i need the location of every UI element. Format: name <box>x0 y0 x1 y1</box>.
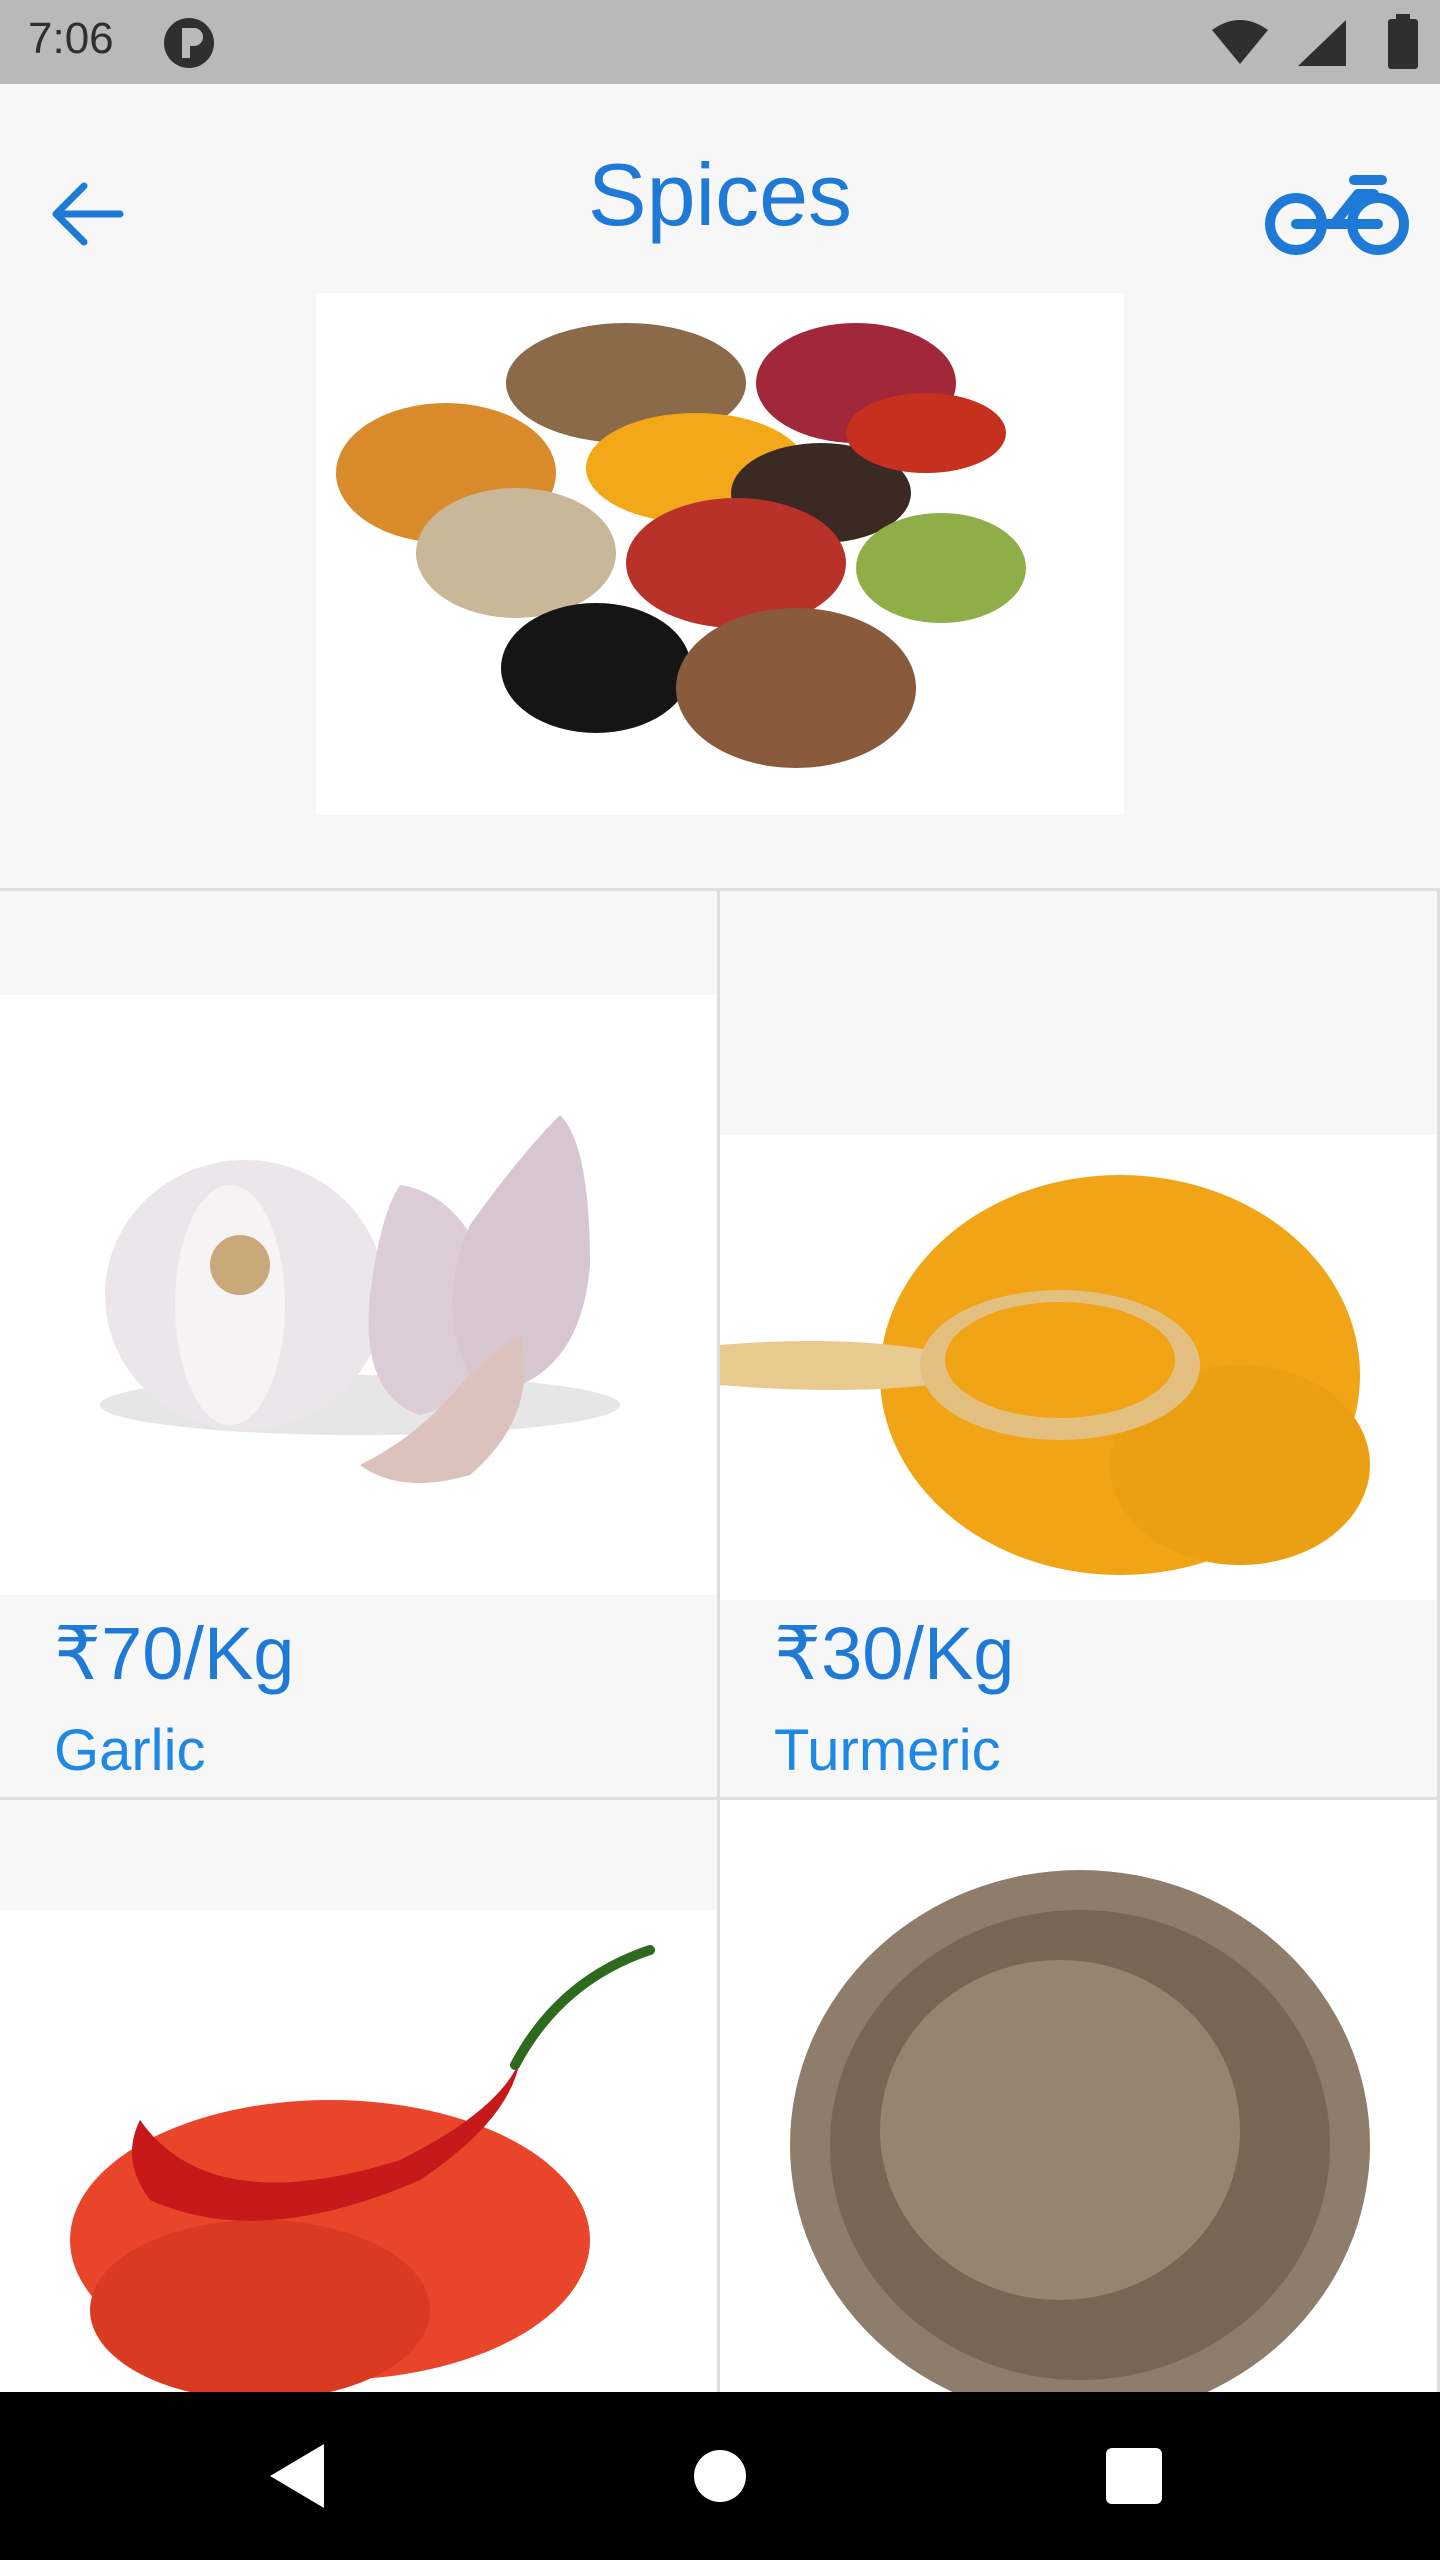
product-name: Garlic <box>54 1718 206 1783</box>
wifi-icon <box>1212 20 1268 64</box>
page-title: Spices <box>587 145 853 244</box>
status-time: 7:06 <box>28 14 114 63</box>
battery-icon <box>1388 14 1418 69</box>
app-bar: Spices <box>0 84 1440 294</box>
product-card-chili[interactable] <box>0 1800 720 2392</box>
product-card-garlic[interactable]: ₹70/Kg Garlic <box>0 891 720 1800</box>
product-price: ₹70/Kg <box>54 1612 295 1695</box>
cumin-image <box>720 1800 1437 2392</box>
spices-banner-image <box>316 293 1124 815</box>
signal-icon <box>1298 20 1346 66</box>
turmeric-image <box>720 1135 1437 1600</box>
chili-image <box>0 1910 717 2392</box>
product-card-turmeric[interactable]: ₹30/Kg Turmeric <box>720 891 1440 1800</box>
product-price: ₹30/Kg <box>774 1612 1015 1695</box>
system-nav-bar <box>0 2392 1440 2560</box>
product-name: Turmeric <box>774 1718 1001 1783</box>
nav-back-icon[interactable] <box>262 2436 342 2516</box>
status-bar: 7:06 <box>0 0 1440 84</box>
bike-icon[interactable] <box>1262 164 1412 264</box>
nav-home-icon[interactable] <box>680 2436 760 2516</box>
nav-recents-icon[interactable] <box>1094 2436 1174 2516</box>
garlic-image <box>0 995 717 1595</box>
notification-app-icon <box>164 18 214 68</box>
product-card-cumin[interactable] <box>720 1800 1440 2392</box>
